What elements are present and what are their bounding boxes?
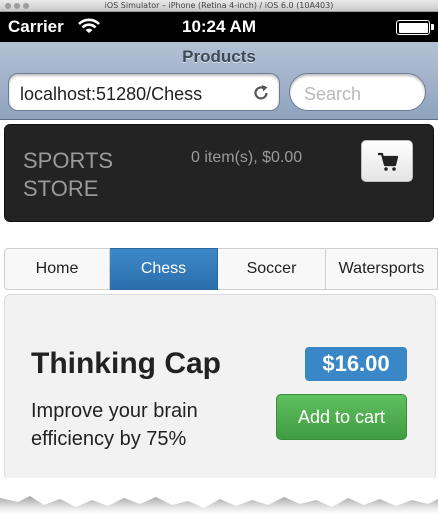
simulator-window: iOS Simulator – iPhone (Retina 4-inch) /…: [0, 0, 438, 531]
tab-label: Home: [35, 260, 79, 277]
window-controls[interactable]: [5, 3, 29, 9]
product-panel: Thinking Cap $16.00 Improve your brain e…: [4, 294, 436, 480]
price-badge: $16.00: [305, 347, 407, 381]
product-description: Improve your brain efficiency by 75%: [31, 400, 198, 450]
tab-label: Watersports: [338, 260, 425, 277]
battery-icon: [396, 20, 434, 35]
page-title: Products: [182, 47, 256, 66]
reload-icon[interactable]: [251, 83, 271, 103]
tab-home[interactable]: Home: [4, 248, 110, 290]
add-to-cart-button[interactable]: Add to cart: [276, 394, 407, 440]
store-brand[interactable]: SPORTS STORE: [23, 147, 153, 203]
category-tabs: Home Chess Soccer Watersports: [4, 248, 438, 290]
tab-label: Chess: [140, 260, 187, 277]
cart-button[interactable]: [361, 140, 413, 182]
tab-watersports[interactable]: Watersports: [326, 248, 438, 290]
torn-edge: [0, 478, 438, 514]
browser-header: Products localhost:51280/Chess Search: [0, 42, 438, 120]
simulator-title: iOS Simulator – iPhone (Retina 4-inch) /…: [104, 1, 334, 10]
address-bar[interactable]: localhost:51280/Chess: [8, 73, 280, 111]
search-placeholder: Search: [304, 84, 362, 104]
product-name: Thinking Cap: [31, 347, 221, 380]
tab-label: Soccer: [246, 260, 297, 277]
cart-icon: [378, 152, 399, 171]
status-bar: Carrier 10:24 AM: [0, 12, 438, 42]
tab-soccer[interactable]: Soccer: [218, 248, 326, 290]
store-navbar: SPORTS STORE 0 item(s), $0.00: [4, 124, 434, 222]
url-text: localhost:51280/Chess: [20, 84, 203, 104]
search-input[interactable]: Search: [289, 73, 426, 111]
tab-chess[interactable]: Chess: [110, 248, 218, 290]
simulator-title-bar: iOS Simulator – iPhone (Retina 4-inch) /…: [0, 0, 438, 12]
cart-summary: 0 item(s), $0.00: [191, 149, 303, 166]
status-time: 10:24 AM: [181, 17, 256, 36]
